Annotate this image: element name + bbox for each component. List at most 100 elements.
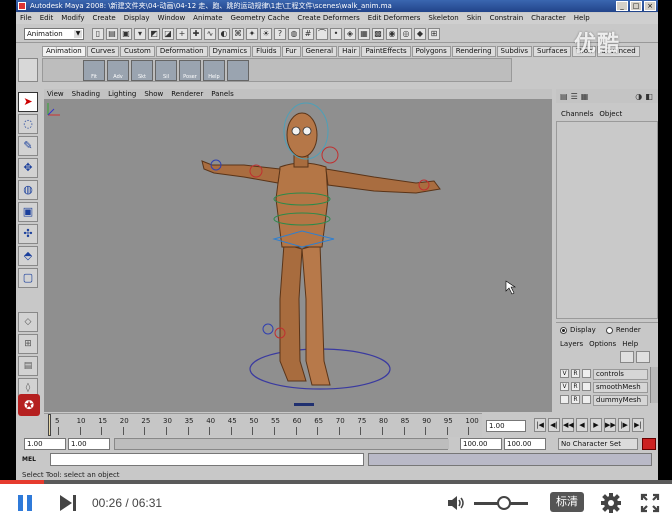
object-tab[interactable]: Object [599,108,622,120]
layer-scrollbar[interactable] [650,367,658,403]
layer-render-toggle[interactable]: R [571,382,580,391]
character-set-menu[interactable]: No Character Set [558,438,638,450]
play-forwards-icon[interactable]: ▶ [590,418,602,432]
shelf-sil-icon[interactable]: Sil [155,60,177,81]
render-icon[interactable]: ▩ [372,28,384,40]
shelf-tab-hair[interactable]: Hair [338,46,361,57]
menu-create[interactable]: Create [92,13,115,24]
layer-color-swatch[interactable] [582,382,591,391]
paint-icon[interactable]: ◑ [635,92,642,101]
pause-button[interactable] [16,494,34,512]
save-scene-icon[interactable]: ▣ [120,28,132,40]
volume-icon[interactable] [446,494,466,512]
playhead[interactable] [48,414,51,436]
menu-modify[interactable]: Modify [61,13,84,24]
knee-control[interactable] [262,323,274,335]
display-radio[interactable]: Display [560,325,596,335]
paint-select-icon[interactable]: ✎ [18,136,38,156]
settings-gear-icon[interactable] [600,492,622,514]
snap-point-icon[interactable]: • [330,28,342,40]
tool-settings-icon[interactable]: ▦ [581,92,589,101]
select-component-icon[interactable]: ◪ [162,28,174,40]
playback-end-field[interactable]: 100.00 [460,438,502,450]
history-icon[interactable]: ▦ [358,28,370,40]
mask-curves-icon[interactable]: ∿ [204,28,216,40]
shelf-tab-curves[interactable]: Curves [86,46,119,57]
menu-help[interactable]: Help [574,13,590,24]
soft-mod-icon[interactable]: ⬘ [18,246,38,266]
render-settings-icon[interactable]: ◧ [645,92,653,101]
menu-edit-deformers[interactable]: Edit Deformers [368,13,421,24]
command-line-label[interactable]: MEL [22,454,48,466]
menu-display[interactable]: Display [124,13,150,24]
menu-character[interactable]: Character [531,13,566,24]
menu-set-select[interactable]: Animation ▼ [24,28,84,40]
menu-constrain[interactable]: Constrain [490,13,524,24]
snap-curve-icon[interactable]: ⌒ [316,28,328,40]
go-to-start-icon[interactable]: |◀ [534,418,546,432]
maximize-icon[interactable]: □ [630,1,642,11]
layer-row[interactable]: V R smoothMesh [560,382,648,393]
menu-file[interactable]: File [20,13,32,24]
go-to-end-icon[interactable]: ▶| [632,418,644,432]
select-object-icon[interactable]: ◩ [148,28,160,40]
render-globals-icon[interactable]: ◎ [400,28,412,40]
single-view-icon[interactable]: ◇ [18,312,38,332]
attribute-editor-icon[interactable]: ☰ [571,92,578,101]
shelf-tab-deformation[interactable]: Deformation [155,46,208,57]
animation-start-field[interactable]: 1.00 [24,438,66,450]
shelf-poser-icon[interactable]: Poser [179,60,201,81]
volume-slider[interactable] [474,496,528,510]
select-hierarchy-icon[interactable]: ▾ [134,28,146,40]
animation-end-field[interactable]: 100.00 [504,438,546,450]
shelf-tab-dynamics[interactable]: Dynamics [208,46,252,57]
play-backwards-icon[interactable]: ◀ [576,418,588,432]
panel-menu-shading[interactable]: Shading [72,89,100,99]
volume-knob[interactable] [496,496,511,510]
menu-skeleton[interactable]: Skeleton [428,13,458,24]
shelf-menu-button[interactable] [18,58,38,82]
shelf-extra-icon[interactable] [227,60,249,81]
new-layer-icon[interactable] [620,351,634,363]
shelf-fit-icon[interactable]: Fit [83,60,105,81]
mask-handles-icon[interactable]: + [176,28,188,40]
layer-menu-help[interactable]: Help [622,339,638,349]
close-icon[interactable]: × [644,1,656,11]
input-line-icon[interactable]: ◆ [414,28,426,40]
mask-dynamics-icon[interactable]: ✦ [246,28,258,40]
layer-color-swatch[interactable] [582,395,591,404]
menu-create-deformers[interactable]: Create Deformers [297,13,359,24]
move-icon[interactable]: ✥ [18,158,38,178]
shelf-tab-subdivs[interactable]: Subdivs [496,46,533,57]
layer-render-toggle[interactable]: R [571,395,580,404]
shelf-tab-surfaces[interactable]: Surfaces [533,46,572,57]
layer-visibility-toggle[interactable] [560,395,569,404]
layer-render-toggle[interactable]: R [571,369,580,378]
perspective-viewport[interactable] [44,99,552,412]
shelf-skt-icon[interactable]: Skt [131,60,153,81]
layer-menu-layers[interactable]: Layers [560,339,583,349]
layer-visibility-toggle[interactable]: V [560,382,569,391]
layer-visibility-toggle[interactable]: V [560,369,569,378]
shelf-tab-general[interactable]: General [301,46,338,57]
quality-button[interactable]: 标清 [550,492,584,512]
panel-menu-panels[interactable]: Panels [211,89,234,99]
menu-edit[interactable]: Edit [40,13,54,24]
shelf-tab-painteffects[interactable]: PaintEffects [361,46,411,57]
shelf-tab-rendering[interactable]: Rendering [451,46,496,57]
menu-geometry-cache[interactable]: Geometry Cache [231,13,290,24]
layer-name[interactable]: controls [593,369,648,380]
channel-box-icon[interactable]: ▤ [560,92,568,101]
layer-row[interactable]: R dummyMesh [560,395,648,406]
shelf-tab-animation[interactable]: Animation [42,46,86,57]
menu-window[interactable]: Window [158,13,186,24]
channels-tab[interactable]: Channels [561,108,593,120]
auto-key-icon[interactable] [642,438,656,450]
four-view-icon[interactable]: ⊞ [18,334,38,354]
layer-menu-options[interactable]: Options [589,339,616,349]
show-attribute-icon[interactable]: ⊞ [428,28,440,40]
new-layer-selected-icon[interactable] [636,351,650,363]
mask-deform-icon[interactable]: ⌘ [232,28,244,40]
persp-outliner-icon[interactable]: ▤ [18,356,38,376]
layer-color-swatch[interactable] [582,369,591,378]
